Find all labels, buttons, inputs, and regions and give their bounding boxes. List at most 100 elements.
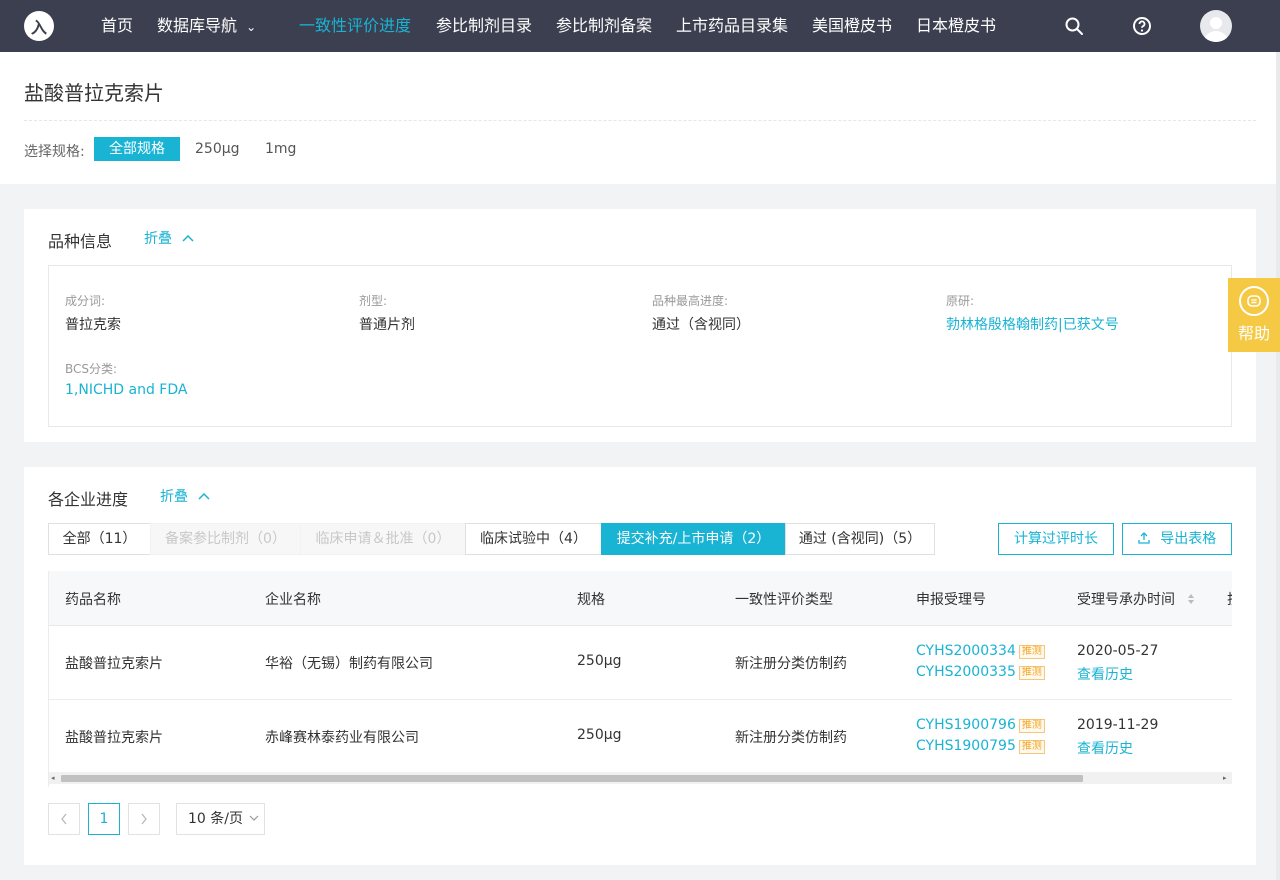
inferred-badge: 推测 xyxy=(1018,719,1045,733)
column-header-drug: 药品名称 xyxy=(65,592,121,608)
drug-header: 盐酸普拉克索片 选择规格: 全部规格 250μg 1mg xyxy=(0,52,1280,184)
view-history-link[interactable]: 查看历史 xyxy=(1077,664,1133,684)
export-table-button[interactable]: 导出表格 xyxy=(1122,523,1232,555)
field-label-ingredient: 成分词: xyxy=(65,294,106,308)
column-header-acceptance-no: 申报受理号 xyxy=(916,592,986,608)
table-row: 盐酸普拉克索片 华裕（无锡）制药有限公司 250μg 新注册分类仿制药 CYHS… xyxy=(49,626,1232,700)
sort-icon[interactable] xyxy=(1187,593,1195,605)
variety-info-card: 品种信息 折叠 成分词: 普拉克索 剂型: 普通片剂 品种最高进度: 通过（含视… xyxy=(24,209,1256,442)
spec-option-250ug[interactable]: 250μg xyxy=(195,137,240,161)
next-page-button[interactable] xyxy=(128,803,160,835)
chevron-up-icon xyxy=(182,234,194,242)
upload-icon xyxy=(1138,532,1150,544)
help-chat-icon xyxy=(1239,286,1269,316)
fold-label: 折叠 xyxy=(160,489,188,505)
acceptance-number-link[interactable]: CYHS2000334 推测 xyxy=(916,643,1045,659)
page-size-select[interactable]: 10 条/页 xyxy=(176,803,265,835)
field-value-bcs-link[interactable]: 1,NICHD and FDA xyxy=(65,382,187,398)
chevron-down-icon: ⌄ xyxy=(246,20,257,34)
field-value-originator-link[interactable]: 勃林格殷格翰制药|已获文号 xyxy=(946,314,1119,334)
cell-type: 新注册分类仿制药 xyxy=(735,656,847,672)
nav-item-jp-orange-book[interactable]: 日本橙皮书 xyxy=(916,0,996,52)
inferred-badge: 推测 xyxy=(1018,666,1045,680)
view-history-link[interactable]: 查看历史 xyxy=(1077,738,1133,758)
field-value-highest-progress: 通过（含视同） xyxy=(652,317,750,333)
page-scrollbar[interactable] xyxy=(1276,52,1280,880)
cell-drug-name: 盐酸普拉克索片 xyxy=(65,730,163,746)
tab-submission[interactable]: 提交补充/上市申请（2） xyxy=(601,523,786,555)
acceptance-number-link[interactable]: CYHS1900796 推测 xyxy=(916,717,1045,733)
page-size-value: 10 条/页 xyxy=(188,811,243,827)
page-number-button[interactable]: 1 xyxy=(88,803,120,835)
spec-option-all[interactable]: 全部规格 xyxy=(94,137,180,161)
field-label-bcs: BCS分类: xyxy=(65,362,118,376)
nav-item-database[interactable]: 数据库导航 ⌄ xyxy=(157,0,256,52)
tab-reference-filing: 备案参比制剂（0） xyxy=(150,523,301,555)
column-header-truncated: 技 xyxy=(1227,589,1232,609)
cell-company: 赤峰赛林泰药业有限公司 xyxy=(265,730,419,746)
help-float-button[interactable]: 帮助 xyxy=(1228,278,1280,352)
progress-table: 药品名称 企业名称 规格 一致性评价类型 申报受理号 受理号承办时间 技 盐酸普… xyxy=(48,571,1232,787)
page-title: 盐酸普拉克索片 xyxy=(24,81,164,105)
nav-item-home[interactable]: 首页 xyxy=(101,0,133,52)
horizontal-scrollbar[interactable]: ◂ ▸ xyxy=(49,772,1232,784)
variety-info-box: 成分词: 普拉克索 剂型: 普通片剂 品种最高进度: 通过（含视同） 原研: 勃… xyxy=(48,265,1232,427)
cell-date: 2019-11-29 xyxy=(1077,717,1159,733)
chevron-left-icon xyxy=(61,813,67,825)
cell-date: 2020-05-27 xyxy=(1077,643,1159,659)
help-label: 帮助 xyxy=(1237,324,1270,343)
spec-option-1mg[interactable]: 1mg xyxy=(265,137,296,161)
scroll-left-icon[interactable]: ◂ xyxy=(51,774,55,782)
search-icon[interactable] xyxy=(1064,16,1084,36)
column-header-type: 一致性评价类型 xyxy=(735,592,833,608)
spec-label: 选择规格: xyxy=(24,144,85,160)
fold-label: 折叠 xyxy=(144,231,172,247)
fold-toggle-progress[interactable]: 折叠 xyxy=(160,486,210,506)
calc-review-duration-button[interactable]: 计算过评时长 xyxy=(998,523,1114,555)
field-label-dosage-form: 剂型: xyxy=(359,294,388,308)
column-header-date[interactable]: 受理号承办时间 xyxy=(1077,589,1195,609)
column-header-company: 企业名称 xyxy=(265,592,321,608)
column-header-spec: 规格 xyxy=(577,592,605,608)
tab-clinical-application: 临床申请＆批准（0） xyxy=(300,523,466,555)
table-header: 药品名称 企业名称 规格 一致性评价类型 申报受理号 受理号承办时间 技 xyxy=(49,571,1232,626)
cell-type: 新注册分类仿制药 xyxy=(735,730,847,746)
nav-item-database-label: 数据库导航 xyxy=(157,16,238,35)
chevron-right-icon xyxy=(141,813,147,825)
scroll-right-icon[interactable]: ▸ xyxy=(1223,774,1227,782)
field-value-dosage-form: 普通片剂 xyxy=(359,317,415,333)
fold-toggle-variety[interactable]: 折叠 xyxy=(144,228,194,248)
prev-page-button[interactable] xyxy=(48,803,80,835)
column-header-date-label: 受理号承办时间 xyxy=(1077,592,1175,608)
acceptance-number: CYHS2000335 xyxy=(916,664,1016,680)
inferred-badge: 推测 xyxy=(1018,740,1045,754)
tab-all[interactable]: 全部（11） xyxy=(48,523,151,555)
acceptance-number: CYHS1900796 xyxy=(916,717,1016,733)
help-circle-icon[interactable] xyxy=(1132,16,1152,36)
table-row: 盐酸普拉克索片 赤峰赛林泰药业有限公司 250μg 新注册分类仿制药 CYHS1… xyxy=(49,700,1232,774)
acceptance-number: CYHS2000334 xyxy=(916,643,1016,659)
tab-clinical-trial[interactable]: 临床试验中（4） xyxy=(465,523,602,555)
top-navbar: 入 首页 数据库导航 ⌄ 一致性评价进度 参比制剂目录 参比制剂备案 上市药品目… xyxy=(0,0,1280,52)
field-label-originator: 原研: xyxy=(946,294,975,308)
nav-item-reference-filing[interactable]: 参比制剂备案 xyxy=(556,0,652,52)
cell-company: 华裕（无锡）制药有限公司 xyxy=(265,656,433,672)
acceptance-number-link[interactable]: CYHS1900795 推测 xyxy=(916,738,1045,754)
user-avatar-icon[interactable] xyxy=(1200,10,1232,42)
company-progress-card: 各企业进度 折叠 全部（11） 备案参比制剂（0） 临床申请＆批准（0） 临床试… xyxy=(24,467,1256,865)
nav-item-us-orange-book[interactable]: 美国橙皮书 xyxy=(812,0,892,52)
logo-icon[interactable]: 入 xyxy=(24,11,54,41)
scrollbar-thumb[interactable] xyxy=(61,775,1083,782)
field-value-ingredient: 普拉克索 xyxy=(65,317,121,333)
export-label: 导出表格 xyxy=(1160,531,1217,547)
cell-spec: 250μg xyxy=(577,653,622,669)
chevron-up-icon xyxy=(198,492,210,500)
section-title-progress: 各企业进度 xyxy=(48,490,129,509)
cell-spec: 250μg xyxy=(577,727,622,743)
tab-approved[interactable]: 通过 (含视同)（5） xyxy=(785,523,935,555)
nav-item-consistency-progress[interactable]: 一致性评价进度 xyxy=(299,0,411,52)
acceptance-number-link[interactable]: CYHS2000335 推测 xyxy=(916,664,1045,680)
nav-item-listed-drugs[interactable]: 上市药品目录集 xyxy=(676,0,788,52)
chevron-down-icon xyxy=(250,815,259,821)
nav-item-reference-catalog[interactable]: 参比制剂目录 xyxy=(436,0,532,52)
